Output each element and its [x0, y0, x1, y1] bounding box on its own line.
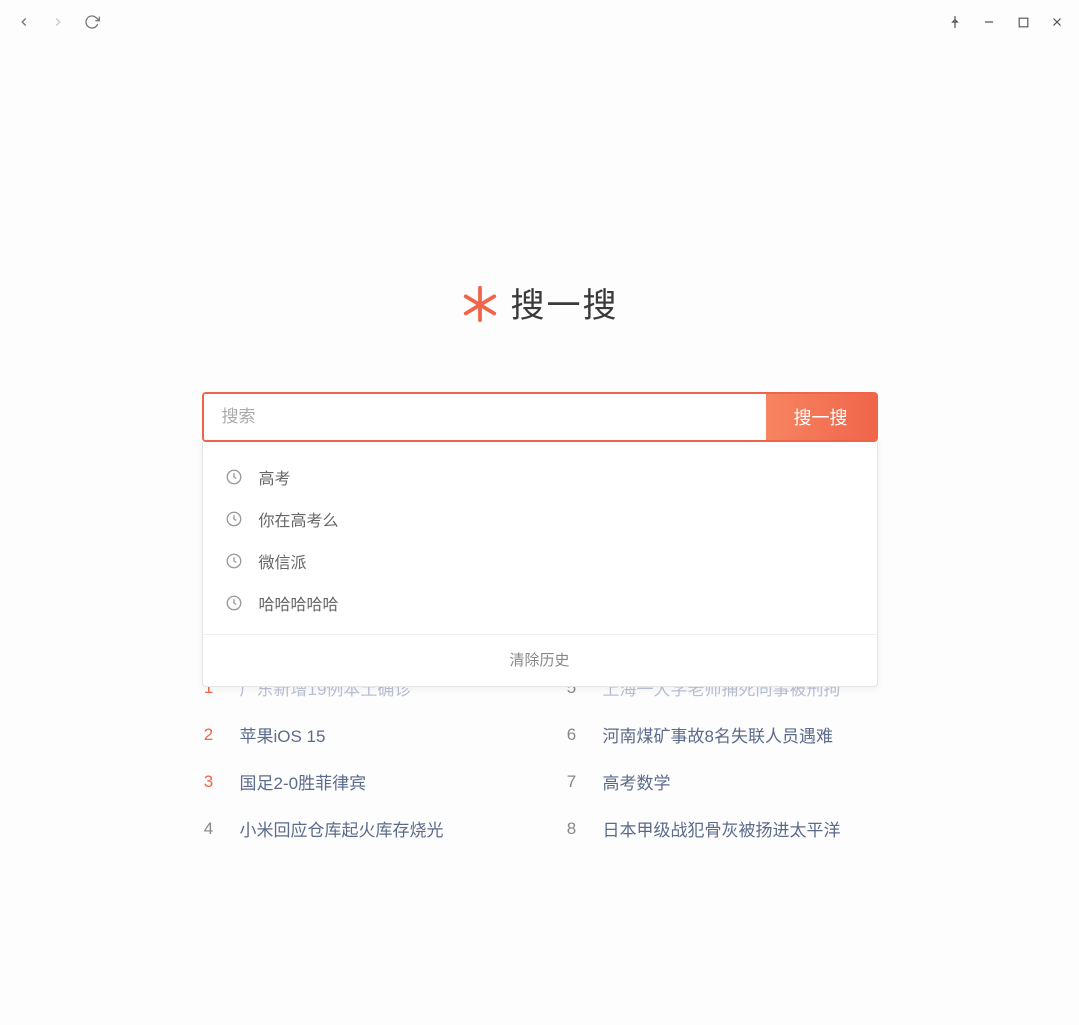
trending-text: 河南煤矿事故8名失联人员遇难	[603, 722, 833, 747]
trending-column-left: 1 广东新增19例本土确诊 2 苹果iOS 15 3 国足2-0胜菲律宾 4 小…	[202, 664, 515, 852]
history-item[interactable]: 哈哈哈哈哈	[203, 582, 877, 624]
search-input[interactable]	[204, 394, 766, 440]
trending-rank: 3	[202, 772, 216, 792]
trending-rank: 7	[565, 772, 579, 792]
logo-text: 搜一搜	[511, 278, 619, 327]
history-text: 哈哈哈哈哈	[259, 591, 339, 615]
trending-section: 1 广东新增19例本土确诊 2 苹果iOS 15 3 国足2-0胜菲律宾 4 小…	[202, 664, 878, 852]
trending-text: 日本甲级战犯骨灰被扬进太平洋	[603, 816, 841, 841]
trending-rank: 4	[202, 819, 216, 839]
trending-rank: 6	[565, 725, 579, 745]
clock-icon	[225, 510, 243, 528]
app-logo-icon	[461, 284, 499, 322]
search-button[interactable]: 搜一搜	[766, 394, 876, 440]
clear-history-button[interactable]: 清除历史	[203, 634, 877, 686]
clock-icon	[225, 594, 243, 612]
trending-item[interactable]: 8 日本甲级战犯骨灰被扬进太平洋	[565, 805, 878, 852]
trending-text: 国足2-0胜菲律宾	[240, 769, 367, 794]
search-wrapper: 搜一搜 高考 你在高考么	[202, 392, 878, 442]
trending-item[interactable]: 2 苹果iOS 15	[202, 711, 515, 758]
main-content: 搜一搜 搜一搜 高考 你在高考么	[0, 0, 1079, 852]
history-item[interactable]: 微信派	[203, 540, 877, 582]
trending-rank: 2	[202, 725, 216, 745]
trending-item[interactable]: 6 河南煤矿事故8名失联人员遇难	[565, 711, 878, 758]
trending-item[interactable]: 4 小米回应仓库起火库存烧光	[202, 805, 515, 852]
history-text: 你在高考么	[259, 507, 339, 531]
trending-text: 苹果iOS 15	[240, 722, 326, 747]
trending-rank: 8	[565, 819, 579, 839]
trending-text: 高考数学	[603, 769, 671, 794]
history-item[interactable]: 高考	[203, 456, 877, 498]
history-list: 高考 你在高考么 微信派	[203, 442, 877, 634]
history-text: 微信派	[259, 549, 307, 573]
trending-text: 小米回应仓库起火库存烧光	[240, 816, 444, 841]
clock-icon	[225, 552, 243, 570]
search-bar: 搜一搜	[202, 392, 878, 442]
clock-icon	[225, 468, 243, 486]
history-text: 高考	[259, 465, 291, 489]
history-item[interactable]: 你在高考么	[203, 498, 877, 540]
search-history-dropdown: 高考 你在高考么 微信派	[202, 442, 878, 687]
trending-item[interactable]: 7 高考数学	[565, 758, 878, 805]
trending-item[interactable]: 3 国足2-0胜菲律宾	[202, 758, 515, 805]
logo-section: 搜一搜	[461, 278, 619, 327]
trending-column-right: 5 上海一大学老师捅死同事被刑拘 6 河南煤矿事故8名失联人员遇难 7 高考数学…	[565, 664, 878, 852]
